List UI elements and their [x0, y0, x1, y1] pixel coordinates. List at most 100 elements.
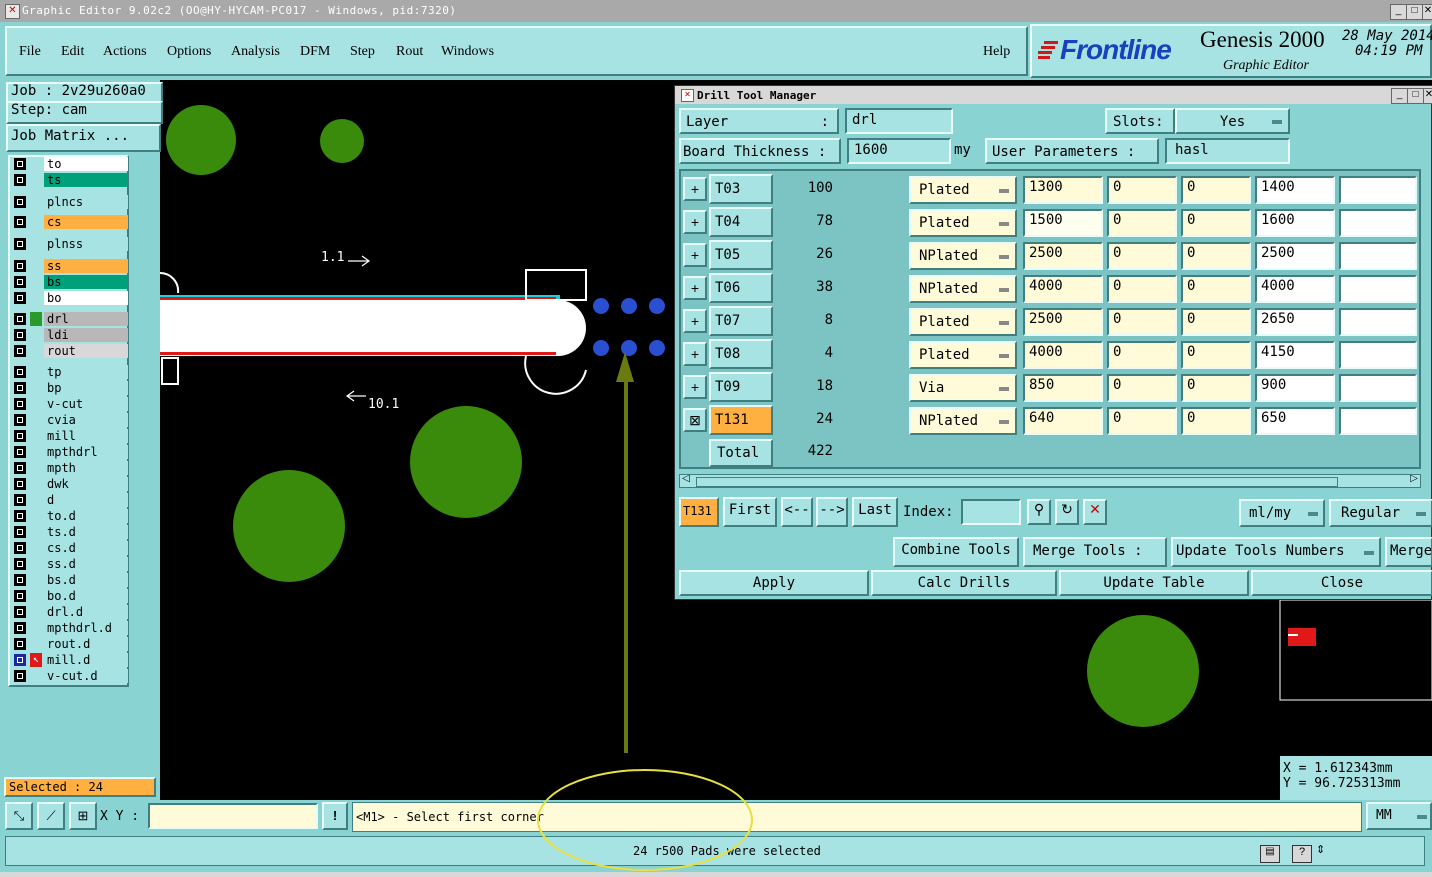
layer-row-d[interactable]: d — [12, 493, 128, 507]
layer-checkbox[interactable] — [14, 398, 26, 410]
menu-analysis[interactable]: Analysis — [231, 44, 280, 60]
layer-name[interactable]: bo — [44, 291, 128, 305]
expand-icon[interactable]: ⊠ — [683, 408, 707, 432]
tool-row[interactable]: + T09 18 Via 850 0 0 900 — [683, 372, 1417, 405]
tolerance-minus-field[interactable]: 0 — [1181, 341, 1251, 369]
drill-size-field[interactable]: 1300 — [1023, 176, 1103, 204]
scroll-right-icon[interactable]: ▷ — [1410, 473, 1418, 484]
horizontal-scrollbar[interactable]: ◁ ▷ — [679, 473, 1421, 488]
layer-name[interactable]: bs.d — [44, 573, 128, 587]
layer-row-ts-d[interactable]: ts.d — [12, 525, 128, 539]
layer-row-rout-d[interactable]: rout.d — [12, 637, 128, 651]
expand-icon[interactable]: + — [683, 342, 707, 366]
designator-field[interactable] — [1339, 407, 1417, 435]
layer-row-mill[interactable]: mill — [12, 429, 128, 443]
designator-field[interactable] — [1339, 242, 1417, 270]
layer-name[interactable]: v-cut.d — [44, 669, 128, 683]
tool-number[interactable]: T07 — [709, 306, 773, 336]
layer-row-mpthdrl-d[interactable]: mpthdrl.d — [12, 621, 128, 635]
layer-checkbox[interactable] — [14, 292, 26, 304]
previous-button[interactable]: <-- — [781, 497, 813, 527]
layer-name[interactable]: to.d — [44, 509, 128, 523]
layer-checkbox[interactable] — [14, 345, 26, 357]
expand-icon[interactable]: + — [683, 276, 707, 300]
layer-name[interactable]: to — [44, 157, 128, 171]
tolerance-plus-field[interactable]: 0 — [1107, 176, 1177, 204]
help-icon[interactable]: ? — [1292, 845, 1312, 863]
apply-button[interactable]: Apply — [679, 570, 869, 596]
designator-field[interactable] — [1339, 176, 1417, 204]
layer-checkbox[interactable] — [14, 558, 26, 570]
next-button[interactable]: --> — [816, 497, 848, 527]
layer-name[interactable]: ts.d — [44, 525, 128, 539]
layer-checkbox[interactable] — [14, 446, 26, 458]
finish-size-field[interactable]: 4000 — [1255, 275, 1335, 303]
layer-name[interactable]: bp — [44, 381, 128, 395]
tolerance-plus-field[interactable]: 0 — [1107, 275, 1177, 303]
layer-row-cvia[interactable]: cvia — [12, 413, 128, 427]
layer-checkbox[interactable] — [14, 382, 26, 394]
layer-row-bo[interactable]: bo — [12, 291, 128, 305]
finish-size-field[interactable]: 1600 — [1255, 209, 1335, 237]
dialog-close-icon[interactable]: ✕ — [1423, 88, 1432, 104]
dialog-maximize-button[interactable]: □ — [1407, 88, 1424, 104]
menu-dfm[interactable]: DFM — [300, 44, 330, 60]
menu-file[interactable]: File — [19, 44, 41, 60]
layer-checkbox[interactable] — [14, 196, 26, 208]
tool-row[interactable]: + T05 26 NPlated 2500 0 0 2500 — [683, 240, 1417, 273]
layer-name[interactable]: rout.d — [44, 637, 128, 651]
alert-icon[interactable]: ! — [322, 802, 348, 830]
layer-checkbox[interactable] — [14, 313, 26, 325]
layer-name[interactable]: d — [44, 493, 128, 507]
tool-row[interactable]: + T07 8 Plated 2500 0 0 2650 — [683, 306, 1417, 339]
layer-checkbox[interactable] — [14, 542, 26, 554]
layer-name[interactable]: mpth — [44, 461, 128, 475]
drill-size-field[interactable]: 850 — [1023, 374, 1103, 402]
layer-name[interactable]: plncs — [44, 195, 128, 209]
layer-checkbox[interactable] — [14, 366, 26, 378]
tool-row[interactable]: + T08 4 Plated 4000 0 0 4150 — [683, 339, 1417, 372]
tool-type-select[interactable]: Plated — [909, 176, 1017, 204]
close-button[interactable]: Close — [1251, 570, 1432, 596]
layer-row-cs-d[interactable]: cs.d — [12, 541, 128, 555]
layer-name[interactable]: plnss — [44, 237, 128, 251]
layer-name[interactable]: mill — [44, 429, 128, 443]
layer-row-mill-d[interactable]: mill.d ↖ — [12, 653, 128, 667]
layer-row-ts[interactable]: ts — [12, 173, 128, 187]
menu-help[interactable]: Help — [983, 44, 1010, 60]
menu-actions[interactable]: Actions — [103, 44, 147, 60]
layer-row-ss-d[interactable]: ss.d — [12, 557, 128, 571]
maximize-button[interactable]: □ — [1406, 4, 1423, 20]
layer-name[interactable]: bo.d — [44, 589, 128, 603]
layer-checkbox[interactable] — [14, 276, 26, 288]
delete-icon[interactable]: ✕ — [1083, 499, 1107, 525]
tool-row[interactable]: + T06 38 NPlated 4000 0 0 4000 — [683, 273, 1417, 306]
tolerance-minus-field[interactable]: 0 — [1181, 176, 1251, 204]
layer-row-rout[interactable]: rout — [12, 344, 128, 358]
layer-checkbox[interactable] — [14, 238, 26, 250]
layer-name[interactable]: ldi — [44, 328, 128, 342]
layer-name[interactable]: ts — [44, 173, 128, 187]
tool-type-select[interactable]: NPlated — [909, 275, 1017, 303]
tolerance-plus-field[interactable]: 0 — [1107, 308, 1177, 336]
layer-row-dwk[interactable]: dwk — [12, 477, 128, 491]
finish-size-field[interactable]: 2650 — [1255, 308, 1335, 336]
tolerance-plus-field[interactable]: 0 — [1107, 407, 1177, 435]
layer-name[interactable]: ss — [44, 259, 128, 273]
layer-name[interactable]: bs — [44, 275, 128, 289]
tool-number[interactable]: T08 — [709, 339, 773, 369]
tool-type-select[interactable]: NPlated — [909, 407, 1017, 435]
layer-row-drl-d[interactable]: drl.d — [12, 605, 128, 619]
layer-row-ldi[interactable]: ldi — [12, 328, 128, 342]
layer-name[interactable]: mpthdrl — [44, 445, 128, 459]
layer-checkbox[interactable] — [14, 494, 26, 506]
layer-row-mpth[interactable]: mpth — [12, 461, 128, 475]
scroll-left-icon[interactable]: ◁ — [682, 473, 690, 484]
layer-name[interactable]: mill.d — [44, 653, 128, 667]
expand-icon[interactable]: + — [683, 243, 707, 267]
update-tools-numbers-select[interactable]: Update Tools Numbers — [1171, 537, 1381, 567]
layer-name[interactable]: cs — [44, 215, 128, 229]
minimize-button[interactable]: _ — [1390, 4, 1407, 20]
layer-checkbox[interactable] — [14, 606, 26, 618]
first-button[interactable]: First — [723, 497, 777, 527]
